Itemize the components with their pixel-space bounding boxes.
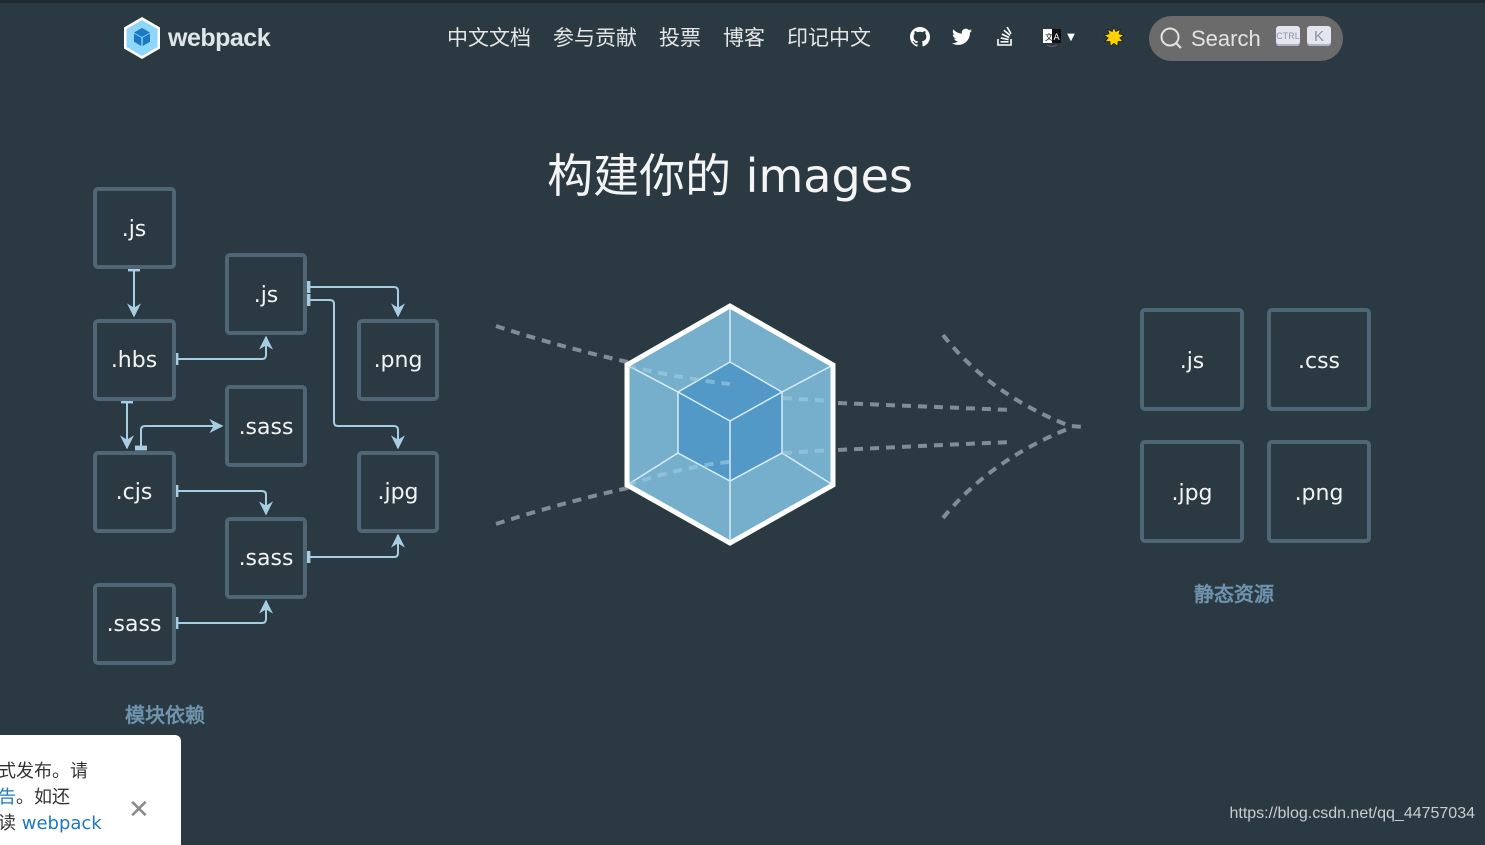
arrow-sass2-to-jpg: [305, 533, 405, 563]
module-label: .jpg: [377, 480, 418, 505]
module-label: .hbs: [111, 348, 157, 373]
close-icon[interactable]: ✕: [128, 797, 150, 823]
notification-toast: 式发布。请 告。如还 读 webpack ✕: [0, 735, 181, 845]
asset-label: .js: [1180, 349, 1205, 374]
toast-line: 读 webpack: [0, 811, 108, 837]
module-label: .sass: [239, 546, 294, 571]
module-label: .sass: [239, 415, 294, 440]
asset-box-css: .css: [1267, 308, 1371, 411]
module-box-sass-2: .sass: [225, 517, 307, 599]
dependency-caption: 模块依赖: [125, 703, 205, 727]
arrow-cjs-to-sass2: [173, 485, 273, 516]
toast-text-fragment: 读: [0, 813, 22, 834]
module-box-sass-1: .sass: [225, 385, 307, 467]
assets-caption: 静态资源: [1194, 582, 1274, 606]
module-label: .js: [122, 217, 147, 242]
module-label: .js: [254, 283, 279, 308]
arrow-cjs-to-sass: [135, 419, 224, 451]
toast-link-announcement[interactable]: 告: [0, 787, 16, 808]
module-label: .cjs: [116, 480, 153, 505]
module-box-cjs: .cjs: [93, 451, 176, 533]
asset-box-js: .js: [1140, 308, 1244, 411]
asset-box-jpg: .jpg: [1140, 440, 1244, 543]
module-box-js-2: .js: [225, 253, 307, 335]
module-box-png: .png: [357, 319, 439, 401]
arrow-sass3-to-sass2: [173, 599, 273, 629]
watermark-url: https://blog.csdn.net/qq_44757034: [1229, 805, 1475, 822]
asset-box-png: .png: [1267, 440, 1371, 543]
module-label: .png: [374, 348, 423, 373]
bundling-diagram: .js .hbs .js .png .sass .cjs .jpg .sass …: [93, 187, 1371, 727]
toast-line: 式发布。请: [0, 761, 88, 782]
toast-text-fragment: 。如还: [16, 787, 70, 808]
arrow-hbs-to-js: [173, 335, 273, 365]
toast-line: 告。如还: [0, 785, 108, 811]
static-assets: .js .css .jpg .png: [1140, 308, 1371, 543]
asset-label: .png: [1295, 481, 1344, 506]
toast-link-webpack[interactable]: webpack: [22, 813, 102, 834]
flow-lines-out: [837, 333, 1086, 520]
asset-label: .jpg: [1171, 481, 1212, 506]
module-box-js-1: .js: [93, 187, 176, 269]
asset-label: .css: [1298, 349, 1340, 374]
module-box-jpg: .jpg: [357, 451, 439, 533]
module-label: .sass: [107, 612, 162, 637]
arrow-js-to-png: [305, 281, 405, 318]
module-box-sass-3: .sass: [93, 583, 176, 665]
toast-message: 式发布。请 告。如还 读 webpack: [0, 759, 108, 837]
webpack-cube-icon: [624, 303, 836, 546]
module-box-hbs: .hbs: [93, 319, 176, 401]
